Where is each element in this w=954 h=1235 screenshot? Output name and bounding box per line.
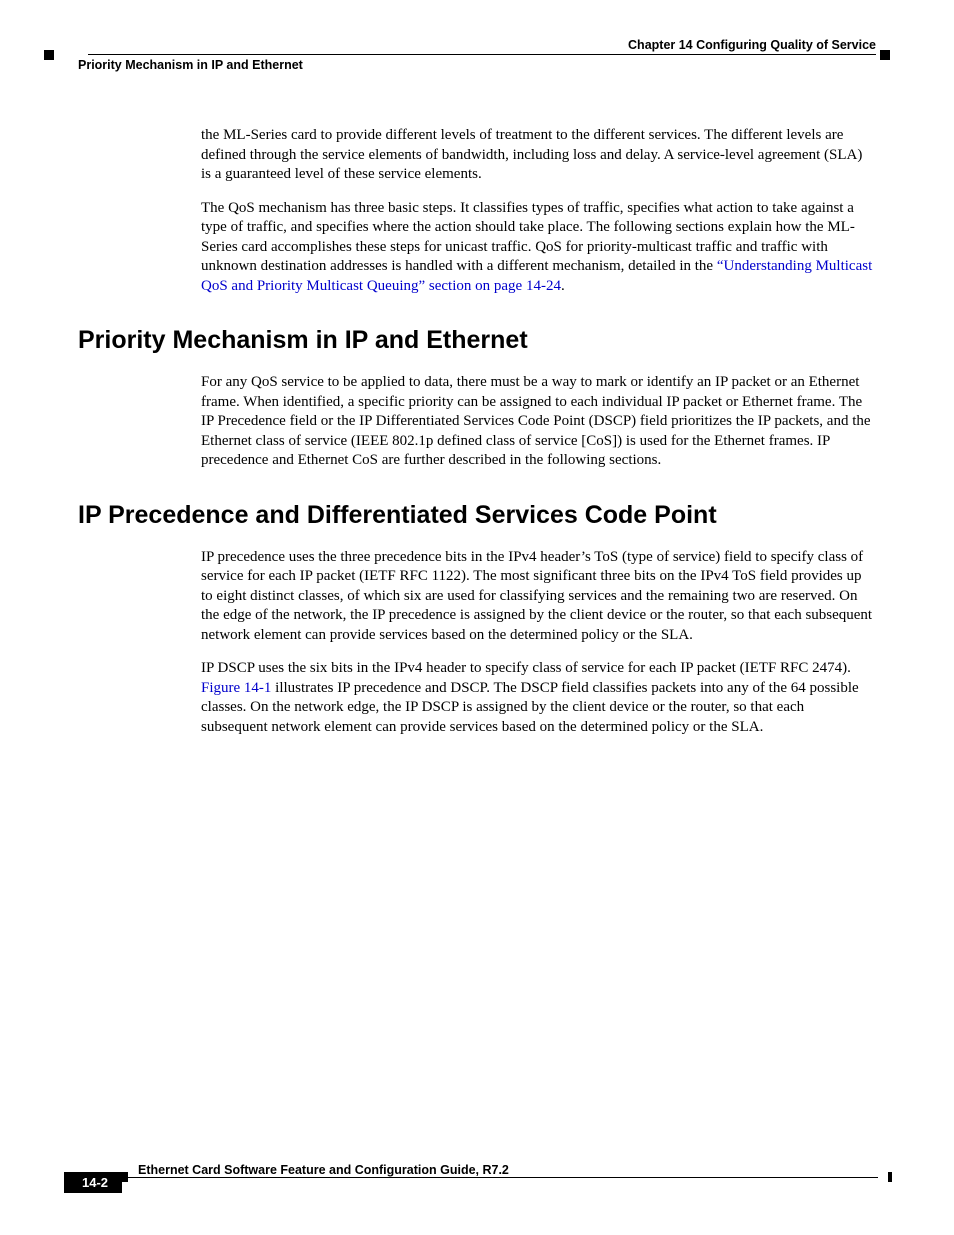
sec1-paragraph-1: For any QoS service to be applied to dat… [201, 373, 873, 471]
header-right-marker [880, 50, 890, 60]
body-content: the ML-Series card to provide different … [78, 126, 876, 737]
intro-p2-post: . [561, 278, 565, 294]
running-footer: Ethernet Card Software Feature and Confi… [78, 1163, 878, 1203]
sec2-paragraph-2: IP DSCP uses the six bits in the IPv4 he… [201, 659, 873, 737]
footer-rule [78, 1177, 878, 1178]
section-label: Priority Mechanism in IP and Ethernet [78, 58, 303, 72]
page: Chapter 14 Configuring Quality of Servic… [0, 0, 954, 1235]
intro-paragraph-2: The QoS mechanism has three basic steps.… [201, 199, 873, 297]
footer-right-marker [888, 1172, 892, 1182]
chapter-label: Chapter 14 Configuring Quality of Servic… [628, 38, 876, 54]
figure-14-1-link[interactable]: Figure 14-1 [201, 680, 271, 696]
header-rule [88, 54, 876, 55]
sec2-paragraph-1: IP precedence uses the three precedence … [201, 548, 873, 646]
sec2-p2-pre: IP DSCP uses the six bits in the IPv4 he… [201, 660, 851, 676]
section-heading-ip-precedence-dscp: IP Precedence and Differentiated Service… [78, 501, 876, 530]
sec2-p2-post: illustrates IP precedence and DSCP. The … [201, 680, 859, 735]
section-heading-priority-mechanism: Priority Mechanism in IP and Ethernet [78, 326, 876, 355]
page-number: 14-2 [64, 1172, 122, 1193]
running-header: Chapter 14 Configuring Quality of Servic… [78, 38, 876, 78]
header-left-marker [44, 50, 54, 60]
intro-paragraph-1: the ML-Series card to provide different … [201, 126, 873, 185]
footer-title: Ethernet Card Software Feature and Confi… [138, 1163, 509, 1177]
